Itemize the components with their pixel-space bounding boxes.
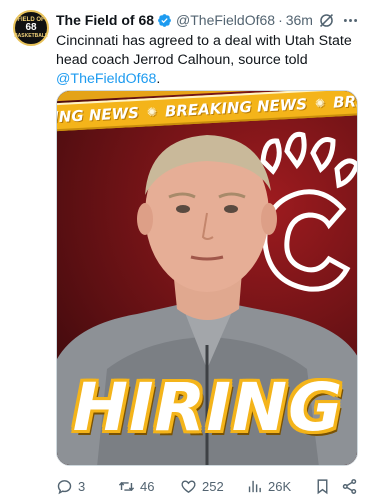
- tweet-time[interactable]: 36m: [286, 12, 313, 28]
- hiring-headline: HIRING: [72, 369, 344, 446]
- reply-icon: [57, 479, 72, 494]
- verified-badge-icon: [157, 13, 172, 28]
- share-button[interactable]: [341, 478, 358, 495]
- share-icon: [342, 478, 357, 494]
- tweet-text-end: .: [156, 71, 161, 87]
- views-button[interactable]: 26K: [246, 478, 291, 495]
- mention-link[interactable]: @TheFieldOf68: [56, 71, 156, 87]
- heart-icon: [181, 479, 196, 493]
- tweet-card[interactable]: FIELD OF 68 BASKETBALL The Field of 68 @…: [0, 0, 371, 500]
- tweet-actions: 3 46 252 26K: [56, 476, 361, 496]
- tweet-media-image[interactable]: ING NEWS ✺ BREAKING NEWS ✺ BREAKING N: [56, 90, 358, 466]
- retweet-button[interactable]: 46: [118, 478, 154, 495]
- grok-icon[interactable]: [316, 10, 336, 30]
- more-icon[interactable]: [340, 10, 360, 30]
- author-handle[interactable]: @TheFieldOf68: [176, 12, 275, 28]
- like-count: 252: [202, 478, 224, 494]
- avatar[interactable]: FIELD OF 68 BASKETBALL: [13, 10, 49, 46]
- tweet-text-body: Cincinnati has agreed to a deal with Uta…: [56, 33, 352, 68]
- bookmark-button[interactable]: [314, 478, 331, 495]
- views-icon: [248, 480, 261, 492]
- reply-button[interactable]: 3: [56, 478, 85, 495]
- retweet-icon: [118, 481, 135, 491]
- author-name[interactable]: The Field of 68: [56, 12, 154, 28]
- bookmark-icon: [317, 478, 328, 494]
- reply-count: 3: [78, 478, 86, 494]
- views-count: 26K: [268, 478, 292, 494]
- retweet-count: 46: [140, 478, 155, 494]
- avatar-text-bottom: BASKETBALL: [14, 33, 48, 39]
- tweet-text: Cincinnati has agreed to a deal with Uta…: [56, 32, 356, 89]
- separator-dot: ·: [278, 12, 283, 28]
- avatar-text-middle: 68: [25, 22, 37, 33]
- like-button[interactable]: 252: [180, 478, 224, 495]
